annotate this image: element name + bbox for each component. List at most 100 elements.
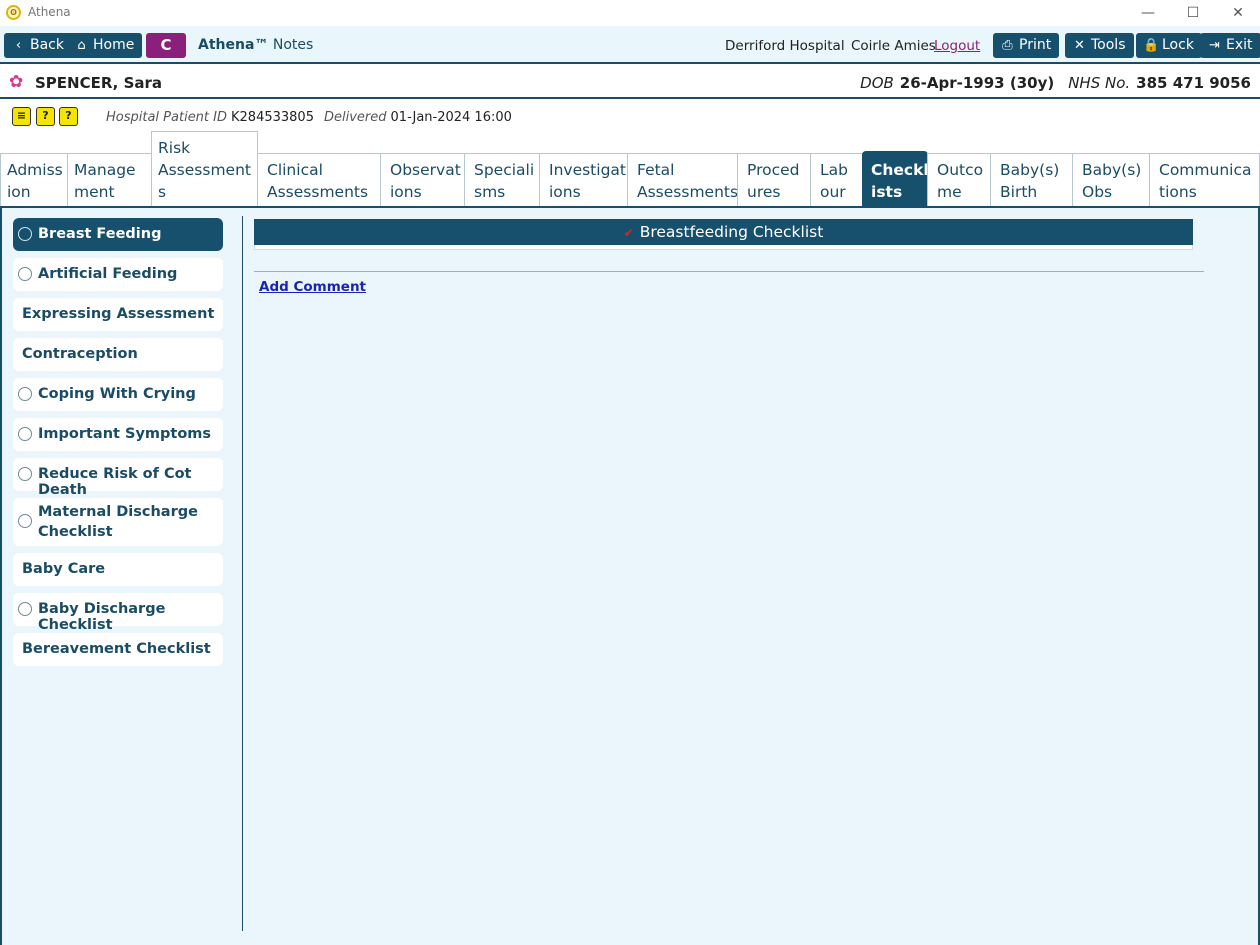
checklist-panel-header: ✔ Breastfeeding Checklist (254, 219, 1193, 245)
tab-investigations[interactable]: Investigat ions (539, 153, 628, 207)
sidebar-item-label: Important Symptoms (38, 426, 212, 442)
nhs-value: 385 471 9056 (1136, 74, 1251, 92)
tab-communications[interactable]: Communica tions (1149, 153, 1260, 207)
tab-label: ures (747, 183, 781, 201)
home-button[interactable]: ⌂ Home (67, 33, 143, 58)
sidebar-item-bereavement-checklist[interactable]: Bereavement Checklist (13, 633, 223, 666)
tab-clinical-assessments[interactable]: Clinical Assessments (257, 153, 381, 207)
sidebar-item-important-symptoms[interactable]: Important Symptoms (13, 418, 223, 451)
tab-label: Obs (1082, 183, 1113, 201)
nhs-label: NHS No. (1068, 74, 1131, 92)
tools-button[interactable]: ✕ Tools (1065, 33, 1134, 58)
tab-label: Baby(s) (1082, 161, 1142, 179)
tab-admission[interactable]: Admiss ion (0, 153, 68, 207)
sidebar-item-coping-with-crying[interactable]: Coping With Crying (13, 378, 223, 411)
printer-icon: ⎙ (1002, 38, 1013, 53)
tab-management[interactable]: Manage ment (67, 153, 152, 207)
sidebar-item-artificial-feeding[interactable]: Artificial Feeding (13, 258, 223, 291)
sidebar-item-expressing-assessment[interactable]: Expressing Assessment (13, 298, 223, 331)
tab-specialisms[interactable]: Speciali sms (464, 153, 540, 207)
tab-label: Fetal (637, 161, 675, 179)
chevron-left-icon: ‹ (15, 38, 22, 53)
c-button[interactable]: C (146, 33, 186, 58)
delivered-date: Delivered 01-Jan-2024 16:00 (324, 110, 512, 125)
sidebar-item-maternal-discharge-checklist[interactable]: Maternal Discharge Checklist (13, 498, 223, 546)
section-divider (254, 271, 1204, 272)
query-icon[interactable]: ? (59, 107, 78, 126)
hospital-patient-id: Hospital Patient ID K284533805 (106, 110, 314, 125)
tab-fetal-assessments[interactable]: Fetal Assessments (627, 153, 738, 207)
tab-babys-birth[interactable]: Baby(s) Birth (990, 153, 1073, 207)
print-button-label: Print (1019, 37, 1052, 53)
tab-procedures[interactable]: Proced ures (737, 153, 811, 207)
radio-icon (18, 267, 32, 281)
sidebar-item-label: Baby Discharge Checklist (38, 601, 166, 633)
tab-babys-obs[interactable]: Baby(s) Obs (1072, 153, 1150, 207)
patient-banner: ✿ SPENCER, Sara DOB 26-Apr-1993 (30y) NHS … (0, 66, 1260, 99)
tab-label: Assessments (637, 183, 738, 201)
tab-label: tions (1159, 183, 1197, 201)
tab-label: Lab (820, 161, 848, 179)
radio-icon (18, 467, 32, 481)
tab-observations[interactable]: Observat ions (380, 153, 465, 207)
sidebar-item-reduce-risk-of-cot-death[interactable]: Reduce Risk of Cot Death (13, 458, 223, 498)
checklist-panel-body (254, 245, 1193, 250)
tab-label: ists (871, 183, 903, 201)
sidebar-item-baby-discharge-checklist[interactable]: Baby Discharge Checklist (13, 593, 223, 633)
lock-button-label: Lock (1162, 37, 1194, 53)
radio-icon (18, 427, 32, 441)
delivered-value: 01-Jan-2024 16:00 (390, 110, 512, 125)
maximize-button[interactable]: ☐ (1182, 3, 1204, 23)
dob-value: 26-Apr-1993 (30y) (899, 74, 1055, 92)
athena-logo-icon: ʘ (6, 5, 21, 20)
tab-label: ment (74, 183, 115, 201)
sidebar-item-breast-feeding[interactable]: Breast Feeding (13, 218, 223, 251)
dob-label: DOB (860, 74, 894, 92)
window-title: Athena (28, 5, 71, 19)
tab-label: ion (7, 183, 31, 201)
print-button[interactable]: ⎙ Print (993, 33, 1060, 58)
radio-icon (18, 602, 32, 616)
exit-button[interactable]: ⇥ Exit (1200, 33, 1260, 58)
exit-icon: ⇥ (1209, 38, 1220, 53)
radio-icon (18, 227, 32, 241)
alert-notes-icon[interactable]: ≡ (12, 107, 31, 126)
tab-labour[interactable]: Lab our (810, 153, 863, 207)
checkmark-icon: ✔ (623, 226, 634, 240)
sidebar-item-label: Baby Care (22, 561, 106, 577)
close-window-button[interactable]: ✕ (1227, 3, 1249, 23)
tab-label: Investigat (549, 161, 626, 179)
tools-icon: ✕ (1074, 38, 1085, 53)
lock-button[interactable]: 🔒 Lock (1136, 33, 1202, 58)
tab-risk-assessments[interactable]: Risk Assessment s (151, 131, 258, 207)
hospital-id-label: Hospital Patient ID (106, 110, 227, 125)
tab-label: Speciali (474, 161, 535, 179)
tab-outcome[interactable]: Outco me (927, 153, 991, 207)
tab-label: Birth (1000, 183, 1038, 201)
tab-label: s (158, 183, 167, 201)
flower-icon: ✿ (9, 72, 24, 92)
sidebar-item-contraception[interactable]: Contraception (13, 338, 223, 371)
sidebar-item-label: Checklist (38, 524, 113, 540)
logout-link[interactable]: Logout (934, 38, 980, 54)
minimize-button[interactable]: — (1137, 3, 1159, 23)
tab-label: our (820, 183, 846, 201)
tab-label: Assessments (267, 183, 369, 201)
home-icon: ⌂ (77, 38, 86, 53)
add-comment-link[interactable]: Add Comment (259, 279, 366, 295)
lock-icon: 🔒 (1143, 38, 1160, 53)
sidebar-item-label: Breast Feeding (38, 226, 162, 242)
sidebar-item-label: Artificial Feeding (38, 266, 178, 282)
tab-label: Assessment (158, 161, 251, 179)
tab-checklists[interactable]: Checkl ists (862, 151, 928, 208)
tab-label: Communica (1159, 161, 1252, 179)
help-icon[interactable]: ? (36, 107, 55, 126)
window-titlebar: ʘ Athena — ☐ ✕ (0, 0, 1260, 26)
back-button[interactable]: ‹ Back (4, 33, 72, 58)
sidebar-item-baby-care[interactable]: Baby Care (13, 553, 223, 586)
sidebar-item-label: Expressing Assessment (22, 306, 215, 322)
tab-label: Proced (747, 161, 800, 179)
back-button-label: Back (30, 37, 64, 53)
brand-name: Athena™ (198, 37, 269, 53)
patient-dob-nhs: DOB 26-Apr-1993 (30y) NHS No. 385 471 9056 (860, 74, 1251, 92)
